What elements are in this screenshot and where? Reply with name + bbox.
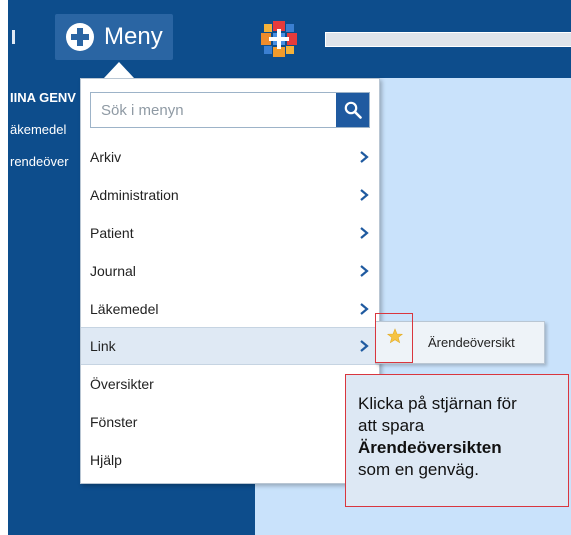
left-panel-item[interactable]: äkemedel	[10, 122, 82, 137]
chevron-right-icon	[353, 184, 375, 206]
menu-item-arkiv[interactable]: Arkiv	[81, 138, 379, 176]
callout-line: att spara	[358, 416, 425, 435]
chevron-right-icon	[353, 335, 375, 357]
submenu-item-arendeoversikt[interactable]: Ärendeöversikt	[428, 335, 515, 350]
instruction-callout: Klicka på stjärnan för att spara Ärendeö…	[345, 374, 569, 507]
chevron-right-icon	[353, 260, 375, 282]
app-logo-icon	[261, 21, 297, 57]
chevron-right-icon	[353, 222, 375, 244]
star-highlight[interactable]	[375, 313, 413, 363]
menu-item-label: Hjälp	[90, 452, 122, 468]
app-window: Meny IINA GENV äkemedel rendeöver Sök i …	[8, 0, 571, 535]
menu-item-fonster[interactable]: Fönster	[81, 403, 379, 441]
menu-item-label: Patient	[90, 225, 134, 241]
left-panel-item[interactable]: rendeöver	[10, 154, 82, 169]
plus-icon	[66, 23, 94, 51]
menu-item-hjalp[interactable]: Hjälp	[81, 441, 379, 479]
top-bar: Meny	[8, 0, 571, 78]
menu-item-label: Arkiv	[90, 149, 122, 165]
callout-line: Klicka på stjärnan för	[358, 394, 517, 413]
main-menu-dropdown: Sök i menyn Arkiv Administration Patient…	[80, 78, 380, 484]
menu-item-label: Fönster	[90, 414, 138, 430]
search-icon	[344, 101, 362, 119]
callout-line-bold: Ärendeöversikten	[358, 438, 502, 457]
star-icon[interactable]	[387, 328, 403, 344]
left-panel-item[interactable]: IINA GENV	[10, 90, 82, 105]
menu-item-lakemedel[interactable]: Läkemedel	[81, 290, 379, 328]
title-field	[325, 32, 571, 47]
window-edge	[12, 30, 15, 44]
menu-item-oversikter[interactable]: Översikter	[81, 365, 379, 403]
search-button[interactable]	[336, 93, 369, 127]
menu-item-administration[interactable]: Administration	[81, 176, 379, 214]
menu-pointer	[104, 62, 134, 78]
menu-button-label: Meny	[104, 23, 163, 50]
menu-item-label: Läkemedel	[90, 301, 159, 317]
search-input[interactable]: Sök i menyn	[101, 102, 336, 119]
menu-item-label: Link	[90, 338, 116, 354]
menu-item-label: Administration	[90, 187, 179, 203]
menu-item-label: Översikter	[90, 376, 154, 392]
chevron-right-icon	[353, 298, 375, 320]
menu-item-journal[interactable]: Journal	[81, 252, 379, 290]
menu-item-label: Journal	[90, 263, 136, 279]
callout-line: som en genväg.	[358, 460, 479, 479]
menu-item-patient[interactable]: Patient	[81, 214, 379, 252]
menu-item-link[interactable]: Link	[81, 327, 379, 365]
menu-button[interactable]: Meny	[55, 14, 173, 60]
chevron-right-icon	[353, 146, 375, 168]
menu-search[interactable]: Sök i menyn	[90, 92, 370, 128]
